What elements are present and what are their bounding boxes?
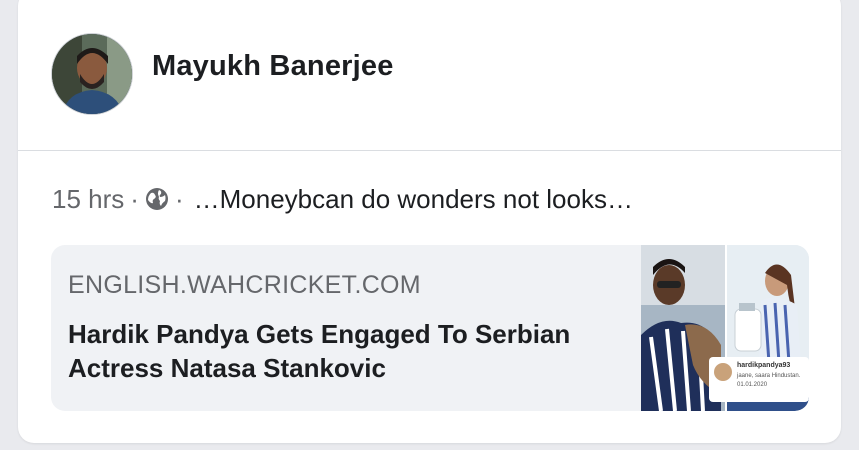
link-domain: ENGLISH.WAHCRICKET.COM bbox=[68, 271, 421, 299]
link-preview[interactable]: ENGLISH.WAHCRICKET.COM Hardik Pandya Get… bbox=[51, 245, 809, 411]
post-meta: 15 hrs · · …Moneybcan do wonders not loo… bbox=[52, 183, 633, 215]
post-caption: …Moneybcan do wonders not looks… bbox=[193, 183, 633, 214]
avatar-photo bbox=[52, 34, 132, 114]
author-name[interactable]: Mayukh Banerjee bbox=[152, 50, 394, 83]
post-time[interactable]: 15 hrs bbox=[52, 184, 124, 215]
header-divider bbox=[18, 150, 841, 151]
post-card: Mayukh Banerjee 15 hrs · · …Moneybcan do… bbox=[18, 0, 841, 443]
author-avatar[interactable] bbox=[51, 33, 133, 115]
instagram-username: hardikpandya93 bbox=[737, 362, 791, 369]
meta-separator-2: · bbox=[174, 183, 184, 214]
meta-separator: · bbox=[130, 183, 139, 214]
post-header: Mayukh Banerjee bbox=[18, 0, 841, 140]
link-headline: Hardik Pandya Gets Engaged To Serbian Ac… bbox=[68, 319, 571, 383]
instagram-caption-overlay: hardikpandya93 jaane, saara Hindustan. 0… bbox=[709, 357, 809, 402]
instagram-caption-date: 01.01.2020 bbox=[737, 382, 768, 388]
globe-icon[interactable] bbox=[145, 187, 169, 211]
instagram-caption-line: jaane, saara Hindustan. bbox=[737, 373, 801, 379]
instagram-avatar bbox=[714, 363, 732, 381]
link-thumbnail: hardikpandya93 jaane, saara Hindustan. 0… bbox=[641, 245, 809, 411]
